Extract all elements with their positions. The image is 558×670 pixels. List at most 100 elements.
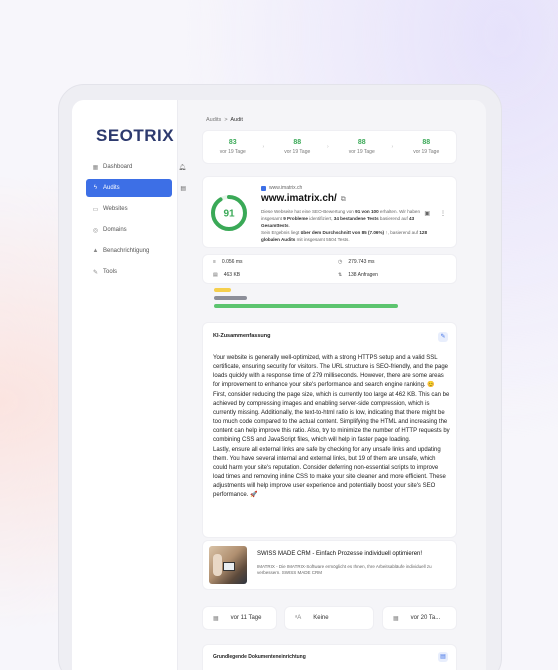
pill-label: vor 11 Tage [230, 615, 262, 621]
site-url-text: www.imatrix.ch/ [261, 193, 337, 204]
sidebar-item-label: Domains [103, 227, 127, 233]
desc-text: Sein Ergebnis liegt [261, 230, 301, 235]
monitor-icon: ▭ [92, 206, 99, 213]
ai-summary-text: Your website is generally well-optimized… [213, 354, 451, 501]
app-window: SEOTRIX ▦ Dashboard 🔔︎ ϟ Audits ▤ ▭ Webs… [72, 100, 486, 670]
favicon-icon [261, 185, 266, 191]
server-icon: ≡ [213, 259, 216, 265]
pdf-icon[interactable]: ▣ [424, 210, 430, 217]
ai-paragraph: Lastly, ensure all external links are sa… [213, 446, 446, 499]
history-time: vor 19 Tage [219, 149, 246, 155]
bell-icon[interactable]: 🔔︎ [178, 164, 186, 171]
pill-label: vor 20 Ta... [410, 615, 441, 621]
pill-updated: ▦ vor 20 Ta... [382, 606, 457, 630]
sidebar: SEOTRIX ▦ Dashboard 🔔︎ ϟ Audits ▤ ▭ Webs… [72, 100, 186, 670]
desc-text: Diese Webseite hat eine SEO-Bewertung vo… [261, 209, 356, 214]
translate-icon: ᵃA [295, 615, 302, 621]
stat-value: 138 Anfragen [348, 272, 378, 278]
ai-summary-title: KI-Zusammenfassung [213, 333, 271, 339]
score-value: 91 [223, 209, 235, 220]
stat-load-time: ≡ 0.056 ms [213, 259, 243, 265]
more-vertical-icon[interactable]: ⋮ [440, 210, 446, 217]
history-time: vor 19 Tage [413, 149, 440, 155]
sidebar-item-label: Audits [103, 185, 120, 191]
issue-bar [214, 304, 399, 308]
desc-bold: über dem Durchschnitt von 85 (7.06%) [300, 230, 385, 235]
breadcrumb-parent[interactable]: Audits [206, 117, 221, 123]
history-item[interactable]: 88 vor 19 Tage [396, 139, 456, 155]
stats-card: ≡ 0.056 ms ▤ 463 KB ◷ 279.743 ms ⇅ 138 A… [202, 254, 457, 284]
document-icon[interactable]: ▤ [438, 652, 448, 662]
external-link-icon[interactable]: ⧉ [341, 196, 346, 203]
main-content: Audits > Audit 83 vor 19 Tage › 88 vor 1… [192, 100, 486, 670]
history-item[interactable]: 88 vor 19 Tage [332, 139, 392, 155]
preview-image [209, 546, 247, 584]
calendar-icon: ▦ [213, 615, 219, 622]
stat-requests: ⇅ 138 Anfragen [338, 272, 378, 278]
sidebar-item-tools[interactable]: ✎ Tools [86, 263, 172, 281]
desc-bold: 9 Probleme [283, 216, 308, 221]
history-score: 88 [293, 139, 302, 146]
sidebar-item-label: Websites [103, 206, 128, 212]
sidebar-nav: ▦ Dashboard 🔔︎ ϟ Audits ▤ ▭ Websites ◎ D… [86, 158, 186, 284]
logo[interactable]: SEOTRIX [96, 126, 174, 146]
pill-created: ▦ vor 11 Tage [202, 606, 277, 630]
sidebar-item-benachrichtigung[interactable]: ▲ Benachrichtigung [86, 242, 172, 260]
sidebar-item-audits[interactable]: ϟ Audits ▤ [86, 179, 186, 197]
document-setup-title: Grundlegende Dokumenteneinrichtung [213, 654, 306, 660]
history-score: 88 [357, 139, 366, 146]
dashboard-icon: ▦ [92, 164, 99, 171]
desc-bold: 34 bestandene Tests [333, 216, 379, 221]
pill-language: ᵃA Keine [284, 606, 374, 630]
preview-title: SWISS MADE CRM - Einfach Prozesse indivi… [257, 551, 423, 557]
preview-description: IMATRIX - Die IMATRIX-Software ermöglich… [257, 564, 432, 576]
history-time: vor 19 Tage [284, 149, 311, 155]
stat-value: 0.056 ms [221, 259, 243, 265]
site-domain-label: www.imatrix.ch [269, 185, 303, 191]
stat-size: ▤ 463 KB [213, 272, 240, 278]
sidebar-item-websites[interactable]: ▭ Websites [86, 200, 172, 218]
document-setup-card: Grundlegende Dokumenteneinrichtung ▤ [202, 644, 457, 670]
sidebar-item-label: Dashboard [103, 164, 133, 170]
calendar-icon: ▦ [393, 615, 399, 622]
issue-bar [214, 296, 247, 300]
file-icon: ▤ [213, 272, 218, 278]
stat-value: 463 KB [223, 272, 241, 278]
stat-value: 279.743 ms [348, 259, 375, 265]
desc-text: . [288, 223, 290, 228]
history-time: vor 19 Tage [348, 149, 375, 155]
sidebar-item-domains[interactable]: ◎ Domains [86, 221, 172, 239]
ai-summary-card: KI-Zusammenfassung ✎ Your website is gen… [202, 322, 457, 538]
sidebar-item-dashboard[interactable]: ▦ Dashboard 🔔︎ [86, 158, 186, 176]
tools-icon: ✎ [92, 269, 99, 276]
issue-bars [214, 288, 414, 312]
ai-paragraph: Your website is generally well-optimized… [213, 355, 448, 389]
requests-icon: ⇅ [338, 272, 343, 278]
desc-text: ↑, basierend auf [384, 230, 420, 235]
history-item[interactable]: 83 vor 19 Tage [203, 139, 263, 155]
pill-label: Keine [313, 615, 329, 621]
history-score: 83 [228, 139, 237, 146]
meta-preview-card[interactable]: SWISS MADE CRM - Einfach Prozesse indivi… [202, 540, 457, 590]
site-url[interactable]: www.imatrix.ch/ ⧉ [261, 193, 346, 204]
edit-icon[interactable]: ✎ [438, 332, 448, 342]
site-actions: ▣ ⋮ [424, 210, 446, 217]
logo-text: SEOTRIX [96, 126, 175, 145]
site-description: Diese Webseite hat eine SEO-Bewertung vo… [261, 208, 427, 243]
history-item[interactable]: 88 vor 19 Tage [267, 139, 327, 155]
bell-icon: ▲ [92, 248, 99, 254]
issue-bar [214, 288, 232, 292]
score-gauge: 91 [211, 195, 247, 231]
clock-icon: ◷ [338, 259, 343, 265]
bolt-icon: ϟ [93, 185, 98, 191]
calendar-icon[interactable]: ▤ [180, 185, 186, 192]
globe-icon: ◎ [92, 227, 99, 234]
desc-bold: 91 von 100 [355, 209, 379, 214]
site-overview-card: 91 www.imatrix.ch www.imatrix.ch/ ⧉ Diese… [202, 176, 457, 248]
desc-text: mit insgesamt 5504 Tests. [295, 237, 350, 242]
site-domain: www.imatrix.ch [261, 185, 302, 191]
stat-response: ◷ 279.743 ms [338, 259, 375, 265]
audit-history: 83 vor 19 Tage › 88 vor 19 Tage › 88 vor… [202, 130, 457, 164]
sidebar-item-label: Tools [103, 269, 118, 275]
desc-text: identifiziert, [307, 216, 334, 221]
